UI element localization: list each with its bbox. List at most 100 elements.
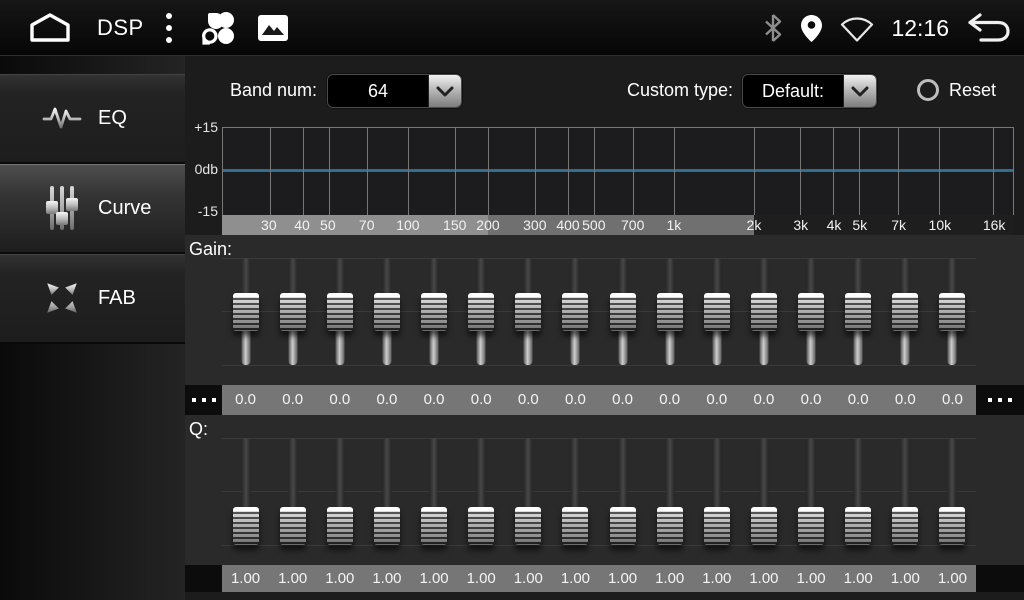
q-slider[interactable] [740, 415, 787, 565]
gain-slider[interactable] [929, 235, 976, 385]
sidebar-item-curve[interactable]: Curve [0, 164, 185, 254]
q-value: 1.00 [646, 565, 693, 592]
q-slider[interactable] [505, 415, 552, 565]
q-slider-knob[interactable] [892, 507, 918, 545]
apps-clover-icon[interactable] [200, 10, 236, 46]
gain-slider-knob[interactable] [610, 293, 636, 331]
custom-type-dropdown[interactable]: Default: [742, 74, 877, 108]
gain-slider-knob[interactable] [704, 293, 730, 331]
gain-slider[interactable] [552, 235, 599, 385]
reset-radio-button[interactable] [917, 79, 939, 101]
gain-slider[interactable] [646, 235, 693, 385]
gain-slider-knob[interactable] [374, 293, 400, 331]
bluetooth-icon[interactable] [763, 13, 783, 43]
fab-arrows-icon [42, 279, 82, 317]
gain-slider[interactable] [788, 235, 835, 385]
home-icon[interactable] [28, 12, 72, 44]
gain-slider[interactable] [599, 235, 646, 385]
status-bar: DSP [0, 0, 1024, 56]
freq-tick-label: 70 [359, 215, 375, 236]
q-slider[interactable] [269, 415, 316, 565]
gain-slider[interactable] [693, 235, 740, 385]
gain-slider[interactable] [316, 235, 363, 385]
gain-slider-knob[interactable] [280, 293, 306, 331]
q-slider-knob[interactable] [657, 507, 683, 545]
q-slider[interactable] [882, 415, 929, 565]
q-value: 1.00 [740, 565, 787, 592]
gain-scroll-right-button[interactable] [976, 385, 1024, 415]
q-slider[interactable] [788, 415, 835, 565]
q-slider[interactable] [693, 415, 740, 565]
location-icon[interactable] [800, 14, 823, 43]
gain-slider[interactable] [740, 235, 787, 385]
sidebar-item-fab[interactable]: FAB [0, 254, 185, 344]
gridline [535, 128, 536, 215]
gain-slider-knob[interactable] [327, 293, 353, 331]
gain-slider-knob[interactable] [751, 293, 777, 331]
q-slider[interactable] [411, 415, 458, 565]
q-slider-knob[interactable] [515, 507, 541, 545]
back-icon[interactable] [966, 12, 1012, 44]
gain-slider-knob[interactable] [233, 293, 259, 331]
q-slider[interactable] [458, 415, 505, 565]
gain-slider[interactable] [269, 235, 316, 385]
gain-slider[interactable] [505, 235, 552, 385]
gain-slider[interactable] [882, 235, 929, 385]
q-slider-knob[interactable] [939, 507, 965, 545]
wifi-icon[interactable] [840, 15, 874, 42]
q-slider[interactable] [599, 415, 646, 565]
gain-slider[interactable] [458, 235, 505, 385]
main-content: Band num: 64 Custom type: Default: Reset… [185, 56, 1024, 600]
q-value: 1.00 [222, 565, 269, 592]
freq-tick-label: 150 [443, 215, 466, 236]
q-slider-knob[interactable] [374, 507, 400, 545]
q-slider-panel: Q: [185, 415, 1024, 565]
q-slider-knob[interactable] [845, 507, 871, 545]
q-slider[interactable] [316, 415, 363, 565]
q-slider-knob[interactable] [421, 507, 447, 545]
menu-dots-icon[interactable] [164, 11, 174, 45]
q-slider[interactable] [222, 415, 269, 565]
q-slider-knob[interactable] [233, 507, 259, 545]
gain-slider[interactable] [222, 235, 269, 385]
clock: 12:16 [891, 15, 949, 42]
gallery-icon[interactable] [258, 15, 288, 41]
gain-scroll-left-button[interactable] [185, 385, 222, 415]
gain-slider[interactable] [363, 235, 410, 385]
q-slider[interactable] [929, 415, 976, 565]
gain-slider-knob[interactable] [657, 293, 683, 331]
gain-slider-knob[interactable] [892, 293, 918, 331]
q-slider-knob[interactable] [280, 507, 306, 545]
freq-tick-label: 7k [891, 215, 906, 236]
gridline [674, 128, 675, 215]
q-slider[interactable] [646, 415, 693, 565]
gain-slider-knob[interactable] [421, 293, 447, 331]
q-slider-knob[interactable] [704, 507, 730, 545]
gain-slider-knob[interactable] [562, 293, 588, 331]
gridline [408, 128, 409, 215]
q-slider-knob[interactable] [610, 507, 636, 545]
sidebar: EQ Curve [0, 56, 185, 600]
gain-slider-knob[interactable] [468, 293, 494, 331]
sidebar-item-eq[interactable]: EQ [0, 74, 185, 164]
gain-slider-knob[interactable] [798, 293, 824, 331]
band-num-dropdown[interactable]: 64 [327, 74, 462, 108]
gain-slider-knob[interactable] [845, 293, 871, 331]
gain-slider[interactable] [411, 235, 458, 385]
gain-slider-knob[interactable] [939, 293, 965, 331]
q-slider-knob[interactable] [468, 507, 494, 545]
gain-value: 0.0 [740, 385, 787, 415]
reset-label[interactable]: Reset [949, 80, 996, 101]
q-slider-knob[interactable] [751, 507, 777, 545]
q-slider-knob[interactable] [562, 507, 588, 545]
q-slider-knob[interactable] [798, 507, 824, 545]
q-slider[interactable] [552, 415, 599, 565]
gain-slider[interactable] [835, 235, 882, 385]
gain-slider-knob[interactable] [515, 293, 541, 331]
q-slider[interactable] [835, 415, 882, 565]
q-slider-knob[interactable] [327, 507, 353, 545]
q-slider[interactable] [363, 415, 410, 565]
gain-value: 0.0 [458, 385, 505, 415]
freq-tick-label: 10k [929, 215, 952, 236]
q-value: 1.00 [363, 565, 410, 592]
